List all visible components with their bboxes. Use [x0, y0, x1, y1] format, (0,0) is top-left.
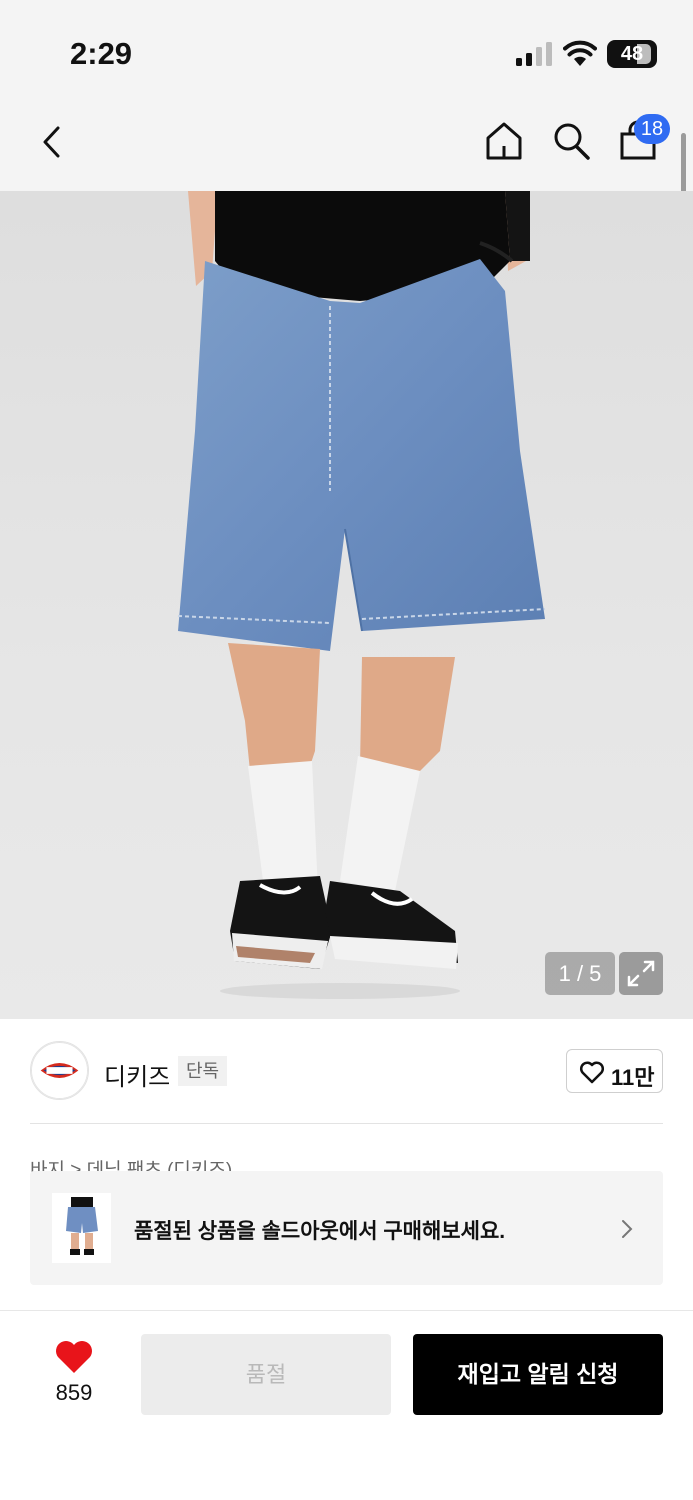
heart-outline-icon [579, 1061, 605, 1084]
divider [30, 1123, 663, 1124]
soldout-banner-text: 품절된 상품을 솔드아웃에서 구매해보세요. [134, 1220, 506, 1243]
wifi-icon [563, 40, 597, 66]
heart-filled-icon[interactable] [46, 1337, 102, 1377]
product-photo [177, 191, 546, 999]
brand-like-count: 11만 [611, 1065, 655, 1090]
status-time: 2:29 [70, 36, 133, 71]
home-icon[interactable] [484, 120, 524, 162]
soldout-banner[interactable]: 품절된 상품을 솔드아웃에서 구매해보세요. [30, 1171, 663, 1285]
status-bar: 2:29 48 [0, 0, 693, 100]
brand-like-button[interactable]: 11만 [566, 1049, 663, 1093]
brand-logo[interactable] [30, 1041, 89, 1100]
bottom-bar-separator [0, 1310, 693, 1311]
app-header [0, 100, 693, 191]
search-icon[interactable] [551, 120, 591, 162]
wish-count: 859 [55, 1380, 93, 1405]
product-image[interactable] [0, 191, 693, 1019]
soldout-button[interactable]: 품절 [141, 1334, 391, 1415]
battery-icon: 48 [607, 40, 657, 68]
cellular-signal-icon [516, 42, 552, 66]
restock-alert-button[interactable]: 재입고 알림 신청 [413, 1334, 663, 1415]
expand-icon[interactable] [619, 952, 663, 995]
brand-row: 디키즈 단독 11만 [0, 1019, 693, 1125]
exclusive-tag: 단독 [178, 1056, 228, 1086]
back-icon[interactable] [36, 122, 70, 162]
image-counter: 1 / 5 [545, 952, 615, 995]
cart-count-badge: 18 [634, 114, 670, 144]
battery-level: 48 [620, 43, 644, 65]
chevron-right-icon [622, 1220, 633, 1238]
brand-name[interactable]: 디키즈 [104, 1057, 170, 1092]
banner-thumbnail [52, 1193, 111, 1263]
